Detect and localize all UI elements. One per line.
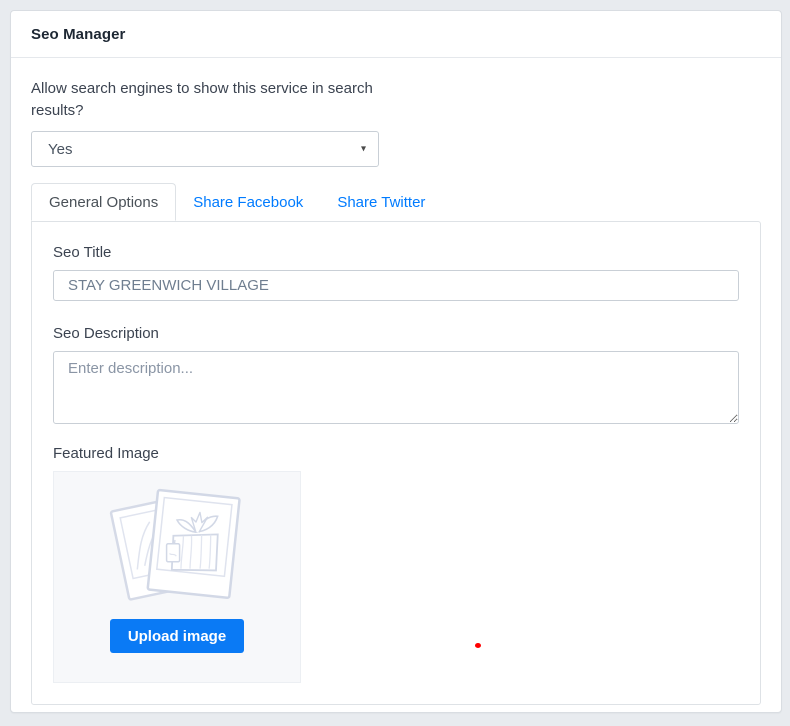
seo-description-textarea[interactable] xyxy=(53,351,739,424)
search-visibility-question: Allow search engines to show this servic… xyxy=(31,78,391,122)
upload-image-button[interactable]: Upload image xyxy=(110,619,244,653)
seo-tabs: General Options Share Facebook Share Twi… xyxy=(31,183,761,221)
seo-manager-card: Seo Manager Allow search engines to show… xyxy=(10,10,782,713)
seo-description-label: Seo Description xyxy=(53,325,739,342)
select-caret-icon: ▾ xyxy=(361,143,366,154)
tab-share-twitter-label: Share Twitter xyxy=(337,194,425,211)
tab-general-options-label: General Options xyxy=(49,194,158,211)
card-header: Seo Manager xyxy=(11,11,781,58)
tab-general-options[interactable]: General Options xyxy=(31,183,176,221)
select-value: Yes xyxy=(48,141,72,158)
seo-title-input[interactable] xyxy=(53,270,739,301)
tab-share-facebook-label: Share Facebook xyxy=(193,194,303,211)
featured-image-dropzone[interactable]: Upload image xyxy=(53,471,301,683)
tab-share-facebook[interactable]: Share Facebook xyxy=(176,183,320,221)
card-title: Seo Manager xyxy=(31,26,125,43)
card-body: Allow search engines to show this servic… xyxy=(11,58,781,725)
tab-share-twitter[interactable]: Share Twitter xyxy=(320,183,442,221)
photos-placeholder-icon xyxy=(90,482,265,617)
seo-title-label: Seo Title xyxy=(53,244,739,261)
search-visibility-select[interactable]: Yes ▾ xyxy=(31,131,379,167)
featured-image-label: Featured Image xyxy=(53,445,739,462)
tab-panel-general-options: Seo Title Seo Description Featured Image xyxy=(31,221,761,705)
